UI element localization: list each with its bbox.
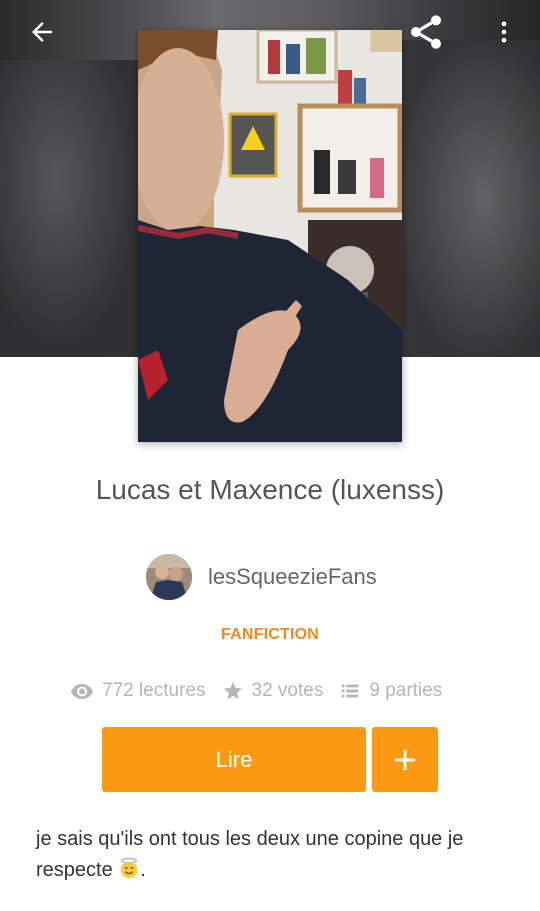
list-icon: [339, 680, 361, 702]
category-label[interactable]: FANFICTION: [0, 626, 540, 644]
votes-count: 32 votes: [251, 680, 324, 701]
avatar-image: [146, 554, 192, 600]
smiling-face-with-halo-emoji: [121, 857, 138, 879]
background-blur-left: [0, 60, 140, 357]
star-icon: [222, 680, 244, 702]
parts-count: 9 parties: [369, 680, 443, 701]
eye-icon: [70, 679, 94, 703]
votes-stat: 32 votes: [222, 680, 324, 702]
more-vertical-icon: [501, 21, 507, 43]
share-button[interactable]: [404, 10, 448, 54]
author-name[interactable]: lesSqueezieFans: [208, 564, 377, 590]
story-title: Lucas et Maxence (luxenss): [95, 474, 445, 505]
plus-icon: [395, 749, 415, 770]
parts-stat: 9 parties: [339, 680, 442, 702]
reads-count: 772 lectures: [102, 680, 206, 701]
author-avatar[interactable]: [146, 554, 192, 600]
share-icon: [411, 15, 441, 49]
story-stats: 772 lectures 32 votes 9 parties: [70, 677, 458, 705]
reads-stat: 772 lectures: [70, 679, 206, 703]
story-description: je sais qu'ils ont tous les deux une cop…: [36, 824, 506, 886]
read-button[interactable]: Lire: [102, 727, 366, 792]
background-blur-right: [400, 40, 540, 357]
add-to-library-button[interactable]: [372, 727, 438, 792]
author-link[interactable]: lesSqueezieFans: [146, 554, 377, 600]
arrow-left-icon: [32, 22, 52, 42]
cover-photo-illustration: [138, 30, 402, 442]
description-end: .: [140, 859, 146, 881]
story-cover-image[interactable]: [138, 30, 402, 442]
back-button[interactable]: [20, 10, 64, 54]
description-text: je sais qu'ils ont tous les deux une cop…: [36, 828, 464, 881]
more-options-button[interactable]: [482, 10, 526, 54]
